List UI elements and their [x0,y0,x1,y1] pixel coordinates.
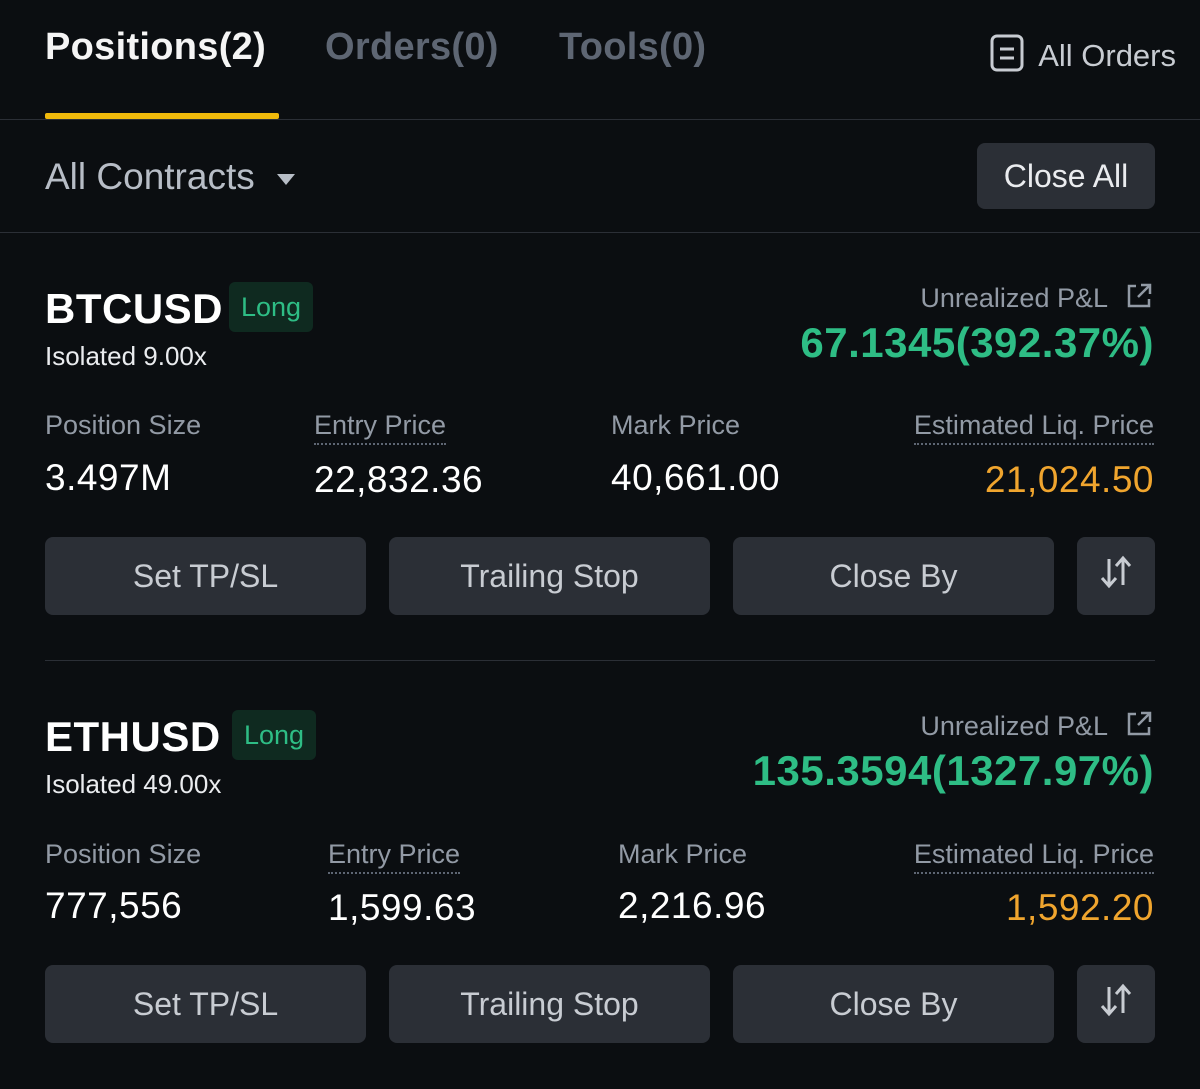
unrealized-pnl-value: 135.3594(1327.97%) [752,747,1154,794]
contracts-dropdown-label: All Contracts [45,156,255,197]
position-size-label: Position Size [45,839,202,869]
mark-price-value: 2,216.96 [618,885,767,926]
position-symbol: BTCUSD [45,285,223,332]
position-side-badge: Long [229,282,314,332]
entry-price-value: 22,832.36 [314,459,484,500]
position-card: ETHUSD Long Isolated 49.00x Unrealized P… [0,661,1200,1061]
position-card: BTCUSD Long Isolated 9.00x Unrealized P&… [0,233,1200,633]
tab-positions[interactable]: Positions(2) [45,26,266,69]
reverse-position-button[interactable] [1077,537,1155,615]
trailing-stop-button[interactable]: Trailing Stop [389,537,710,615]
mark-price-label: Mark Price [618,839,748,869]
unrealized-pnl-share[interactable]: Unrealized P&L [920,281,1154,316]
entry-price-label[interactable]: Entry Price [314,410,447,445]
all-orders-link[interactable]: All Orders [990,34,1176,77]
swap-arrows-icon [1098,981,1134,1027]
share-external-icon [1124,709,1154,744]
document-list-icon [990,34,1024,77]
active-tab-indicator [45,113,279,119]
position-side-badge: Long [232,710,317,760]
trailing-stop-button[interactable]: Trailing Stop [389,965,710,1043]
tab-bar: Positions(2) Orders(0) Tools(0) All Orde… [0,0,1200,120]
close-all-button[interactable]: Close All [977,143,1155,209]
mark-price-label: Mark Price [611,410,741,440]
position-size-value: 3.497M [45,457,172,498]
entry-price-label[interactable]: Entry Price [328,839,461,874]
close-by-button[interactable]: Close By [733,537,1054,615]
set-tpsl-button[interactable]: Set TP/SL [45,537,366,615]
unrealized-pnl-value: 67.1345(392.37%) [800,319,1154,366]
liq-price-value: 1,592.20 [1005,887,1154,928]
position-symbol: ETHUSD [45,713,221,760]
close-by-button[interactable]: Close By [733,965,1054,1043]
contracts-dropdown[interactable]: All Contracts [45,156,295,198]
tab-orders[interactable]: Orders(0) [325,26,499,69]
caret-down-icon [276,173,295,185]
reverse-position-button[interactable] [1077,965,1155,1043]
share-external-icon [1124,281,1154,316]
all-orders-label: All Orders [1038,37,1176,73]
entry-price-value: 1,599.63 [328,887,477,928]
liq-price-label[interactable]: Estimated Liq. Price [913,410,1154,445]
swap-arrows-icon [1098,553,1134,599]
liq-price-label[interactable]: Estimated Liq. Price [913,839,1154,874]
set-tpsl-button[interactable]: Set TP/SL [45,965,366,1043]
liq-price-value: 21,024.50 [984,459,1154,500]
tab-tools[interactable]: Tools(0) [559,26,706,69]
filter-bar: All Contracts Close All [0,120,1200,233]
margin-mode: Isolated 49.00x [45,769,222,799]
unrealized-pnl-share[interactable]: Unrealized P&L [920,709,1154,744]
unrealized-pnl-label: Unrealized P&L [920,711,1108,741]
mark-price-value: 40,661.00 [611,457,781,498]
position-size-value: 777,556 [45,885,183,926]
margin-mode: Isolated 9.00x [45,341,207,371]
position-size-label: Position Size [45,410,202,440]
unrealized-pnl-label: Unrealized P&L [920,283,1108,313]
